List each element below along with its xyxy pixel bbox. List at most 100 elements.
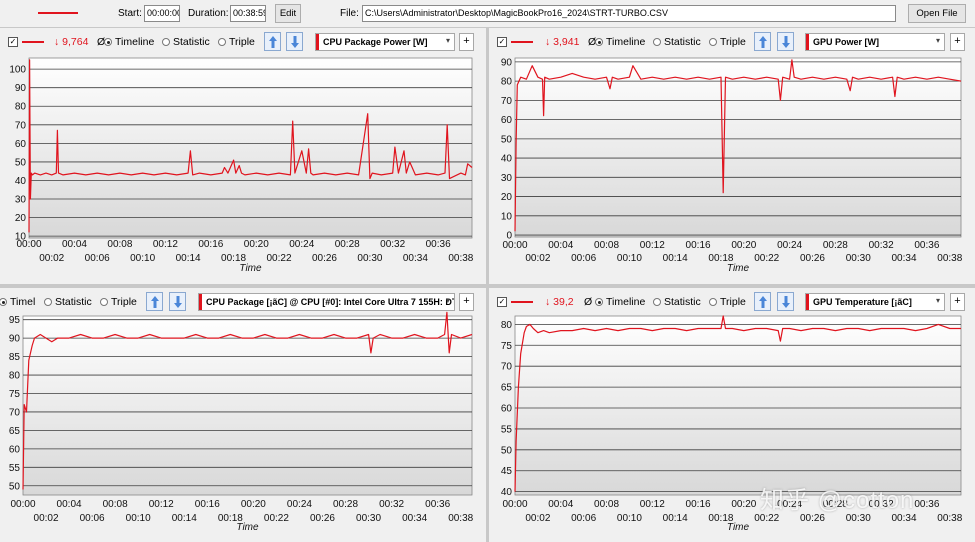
chart-panel-cpu-power: ✓ ↓ 9,764 Ø Timeline Statistic Triple CP… [0, 28, 486, 284]
x-tick-label: 00:06 [571, 513, 596, 524]
x-tick-label: 00:00 [16, 239, 41, 250]
x-tick-label: 00:36 [426, 239, 451, 250]
x-tick-label: 00:02 [34, 513, 59, 524]
y-tick-label: 95 [9, 315, 21, 326]
edit-button[interactable]: Edit [275, 4, 301, 23]
open-file-button[interactable]: Open File [908, 4, 966, 23]
x-axis-label: Time [239, 263, 262, 274]
duration-label: Duration: [188, 8, 229, 19]
y-tick-label: 50 [501, 445, 513, 456]
x-tick-label: 00:22 [264, 513, 289, 524]
y-tick-label: 20 [15, 213, 27, 224]
chart-plot-gpu-power: 010203040506070809000:00 00:04 00:08 00:12 0… [501, 57, 963, 274]
y-tick-label: 50 [501, 134, 513, 145]
x-tick-label: 00:10 [130, 253, 155, 264]
x-axis-label: Time [236, 522, 259, 533]
y-tick-label: 70 [15, 120, 27, 131]
y-tick-label: 65 [9, 426, 21, 437]
x-tick-label: 00:14 [663, 513, 688, 524]
file-path-field[interactable]: C:\Users\Administrator\Desktop\MagicBook… [362, 5, 896, 22]
x-tick-label: 00:16 [195, 499, 220, 510]
x-tick-label: 00:20 [241, 499, 266, 510]
y-tick-label: 60 [501, 115, 513, 126]
x-tick-label: 00:08 [594, 499, 619, 510]
x-tick-label: 00:26 [310, 513, 335, 524]
y-tick-label: 80 [9, 371, 21, 382]
x-tick-label: 00:08 [594, 240, 619, 251]
x-tick-label: 00:32 [379, 499, 404, 510]
x-tick-label: 00:06 [80, 513, 105, 524]
x-tick-label: 00:12 [149, 499, 174, 510]
y-tick-label: 90 [15, 83, 27, 94]
y-tick-label: 55 [9, 463, 21, 474]
x-tick-label: 00:10 [126, 513, 151, 524]
x-tick-label: 00:28 [333, 499, 358, 510]
x-tick-label: 00:14 [663, 253, 688, 264]
series-color-swatch[interactable] [38, 12, 78, 14]
plot-area [514, 315, 962, 496]
y-tick-label: 45 [501, 466, 513, 477]
y-tick-label: 70 [501, 96, 513, 107]
x-tick-label: 00:36 [914, 499, 939, 510]
start-time-field[interactable]: 00:00:00 [144, 5, 180, 22]
x-tick-label: 00:20 [244, 239, 269, 250]
y-tick-label: 40 [501, 154, 513, 165]
x-tick-label: 00:36 [425, 499, 450, 510]
chart-panel-cpu-temperature: Timel Statistic Triple CPU Package [¡ãC]… [0, 288, 486, 542]
y-tick-label: 100 [9, 65, 26, 76]
x-tick-label: 00:06 [571, 253, 596, 264]
y-tick-label: 80 [15, 102, 27, 113]
plot-area [28, 57, 473, 239]
watermark: 知乎 @cotton [760, 487, 915, 514]
plot-area [22, 315, 473, 496]
y-tick-label: 20 [501, 192, 513, 203]
chart-panel-gpu-power: ✓ ↓ 3,941 Ø Timeline Statistic Triple GP… [489, 28, 975, 284]
y-tick-label: 75 [501, 341, 513, 352]
y-tick-label: 30 [15, 195, 27, 206]
x-tick-label: 00:12 [640, 499, 665, 510]
y-tick-label: 40 [15, 176, 27, 187]
y-tick-label: 40 [501, 487, 513, 498]
x-tick-label: 00:30 [357, 253, 382, 264]
y-tick-label: 90 [9, 334, 21, 345]
x-tick-label: 00:04 [548, 240, 573, 251]
x-tick-label: 00:24 [777, 240, 802, 251]
x-tick-label: 00:04 [57, 499, 82, 510]
x-tick-label: 00:32 [380, 239, 405, 250]
x-tick-label: 00:02 [39, 253, 64, 264]
y-tick-label: 55 [501, 424, 513, 435]
start-label: Start: [118, 8, 142, 19]
x-tick-label: 00:38 [448, 513, 473, 524]
y-tick-label: 50 [15, 157, 27, 168]
y-tick-label: 75 [9, 389, 21, 400]
x-tick-label: 00:24 [289, 239, 314, 250]
x-tick-label: 00:28 [335, 239, 360, 250]
x-tick-label: 00:14 [172, 513, 197, 524]
x-tick-label: 00:16 [198, 239, 223, 250]
x-tick-label: 00:20 [731, 240, 756, 251]
x-tick-label: 00:28 [823, 240, 848, 251]
x-tick-label: 00:36 [914, 240, 939, 251]
x-tick-label: 00:34 [892, 253, 917, 264]
y-tick-label: 80 [501, 320, 513, 331]
y-tick-label: 10 [501, 211, 513, 222]
x-tick-label: 00:00 [10, 499, 35, 510]
x-tick-label: 00:30 [846, 253, 871, 264]
file-label: File: [340, 8, 359, 19]
y-tick-label: 85 [9, 352, 21, 363]
x-tick-label: 00:24 [287, 499, 312, 510]
x-tick-label: 00:06 [85, 253, 110, 264]
chart-plot-cpu-power: 10203040506070809010000:00 00:04 00:08 00:1… [9, 57, 474, 274]
x-tick-label: 00:12 [153, 239, 178, 250]
x-tick-label: 00:02 [525, 253, 550, 264]
duration-field[interactable]: 00:38:59 [230, 5, 266, 22]
x-tick-label: 00:16 [686, 499, 711, 510]
y-tick-label: 60 [9, 444, 21, 455]
y-tick-label: 30 [501, 173, 513, 184]
x-tick-label: 00:20 [731, 499, 756, 510]
x-tick-label: 00:38 [937, 513, 962, 524]
x-tick-label: 00:04 [62, 239, 87, 250]
chart-plot-cpu-temperature: 50 55 60 65 70 75 80 85 90 95 00:00 00:04 00:08 00:12… [9, 311, 474, 533]
x-tick-label: 00:22 [754, 253, 779, 264]
y-tick-label: 60 [15, 139, 27, 150]
